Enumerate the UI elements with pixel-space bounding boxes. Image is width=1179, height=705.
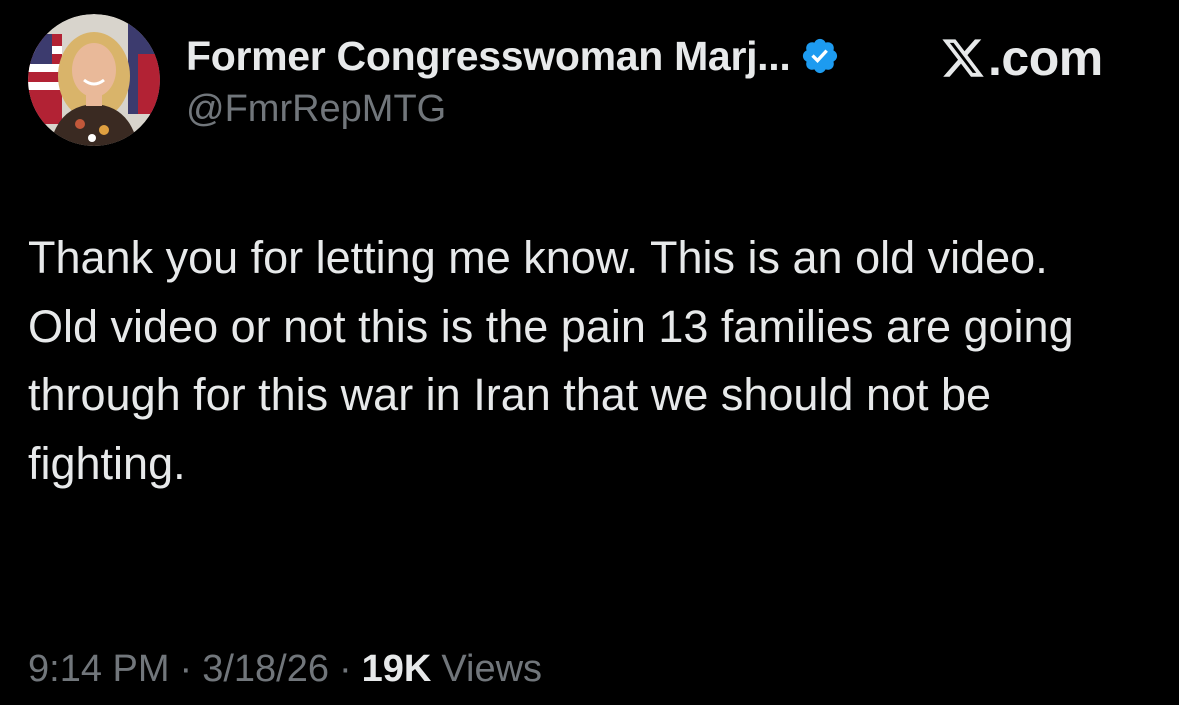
brand-mark: .com xyxy=(940,30,1103,86)
views-count[interactable]: 19K xyxy=(362,648,432,691)
verified-badge-icon xyxy=(800,36,840,76)
tweet-paragraph-1: Thank you for letting me know. This is a… xyxy=(28,232,1048,283)
brand-label: .com xyxy=(988,30,1103,86)
avatar[interactable] xyxy=(28,14,160,146)
tweet-paragraph-2: Old video or not this is the pain 13 fam… xyxy=(28,300,1074,489)
tweet-time[interactable]: 9:14 PM xyxy=(28,648,170,691)
tweet-card: Former Congresswoman Marj... @FmrRepMTG … xyxy=(0,0,1179,705)
tweet-text: Thank you for letting me know. This is a… xyxy=(28,224,1148,498)
name-row: Former Congresswoman Marj... xyxy=(186,30,840,82)
author-handle[interactable]: @FmrRepMTG xyxy=(186,88,840,131)
views-label: Views xyxy=(441,648,543,690)
tweet-metadata: 9:14 PM · 3/18/26 · 19K Views xyxy=(28,648,542,691)
avatar-image xyxy=(28,14,160,146)
author-display-name[interactable]: Former Congresswoman Marj... xyxy=(186,33,791,80)
tweet-date[interactable]: 3/18/26 xyxy=(202,648,329,691)
separator-dot: · xyxy=(338,648,352,690)
author-info: Former Congresswoman Marj... @FmrRepMTG xyxy=(186,30,840,131)
separator-dot: · xyxy=(179,648,193,690)
x-logo-icon xyxy=(940,35,986,81)
